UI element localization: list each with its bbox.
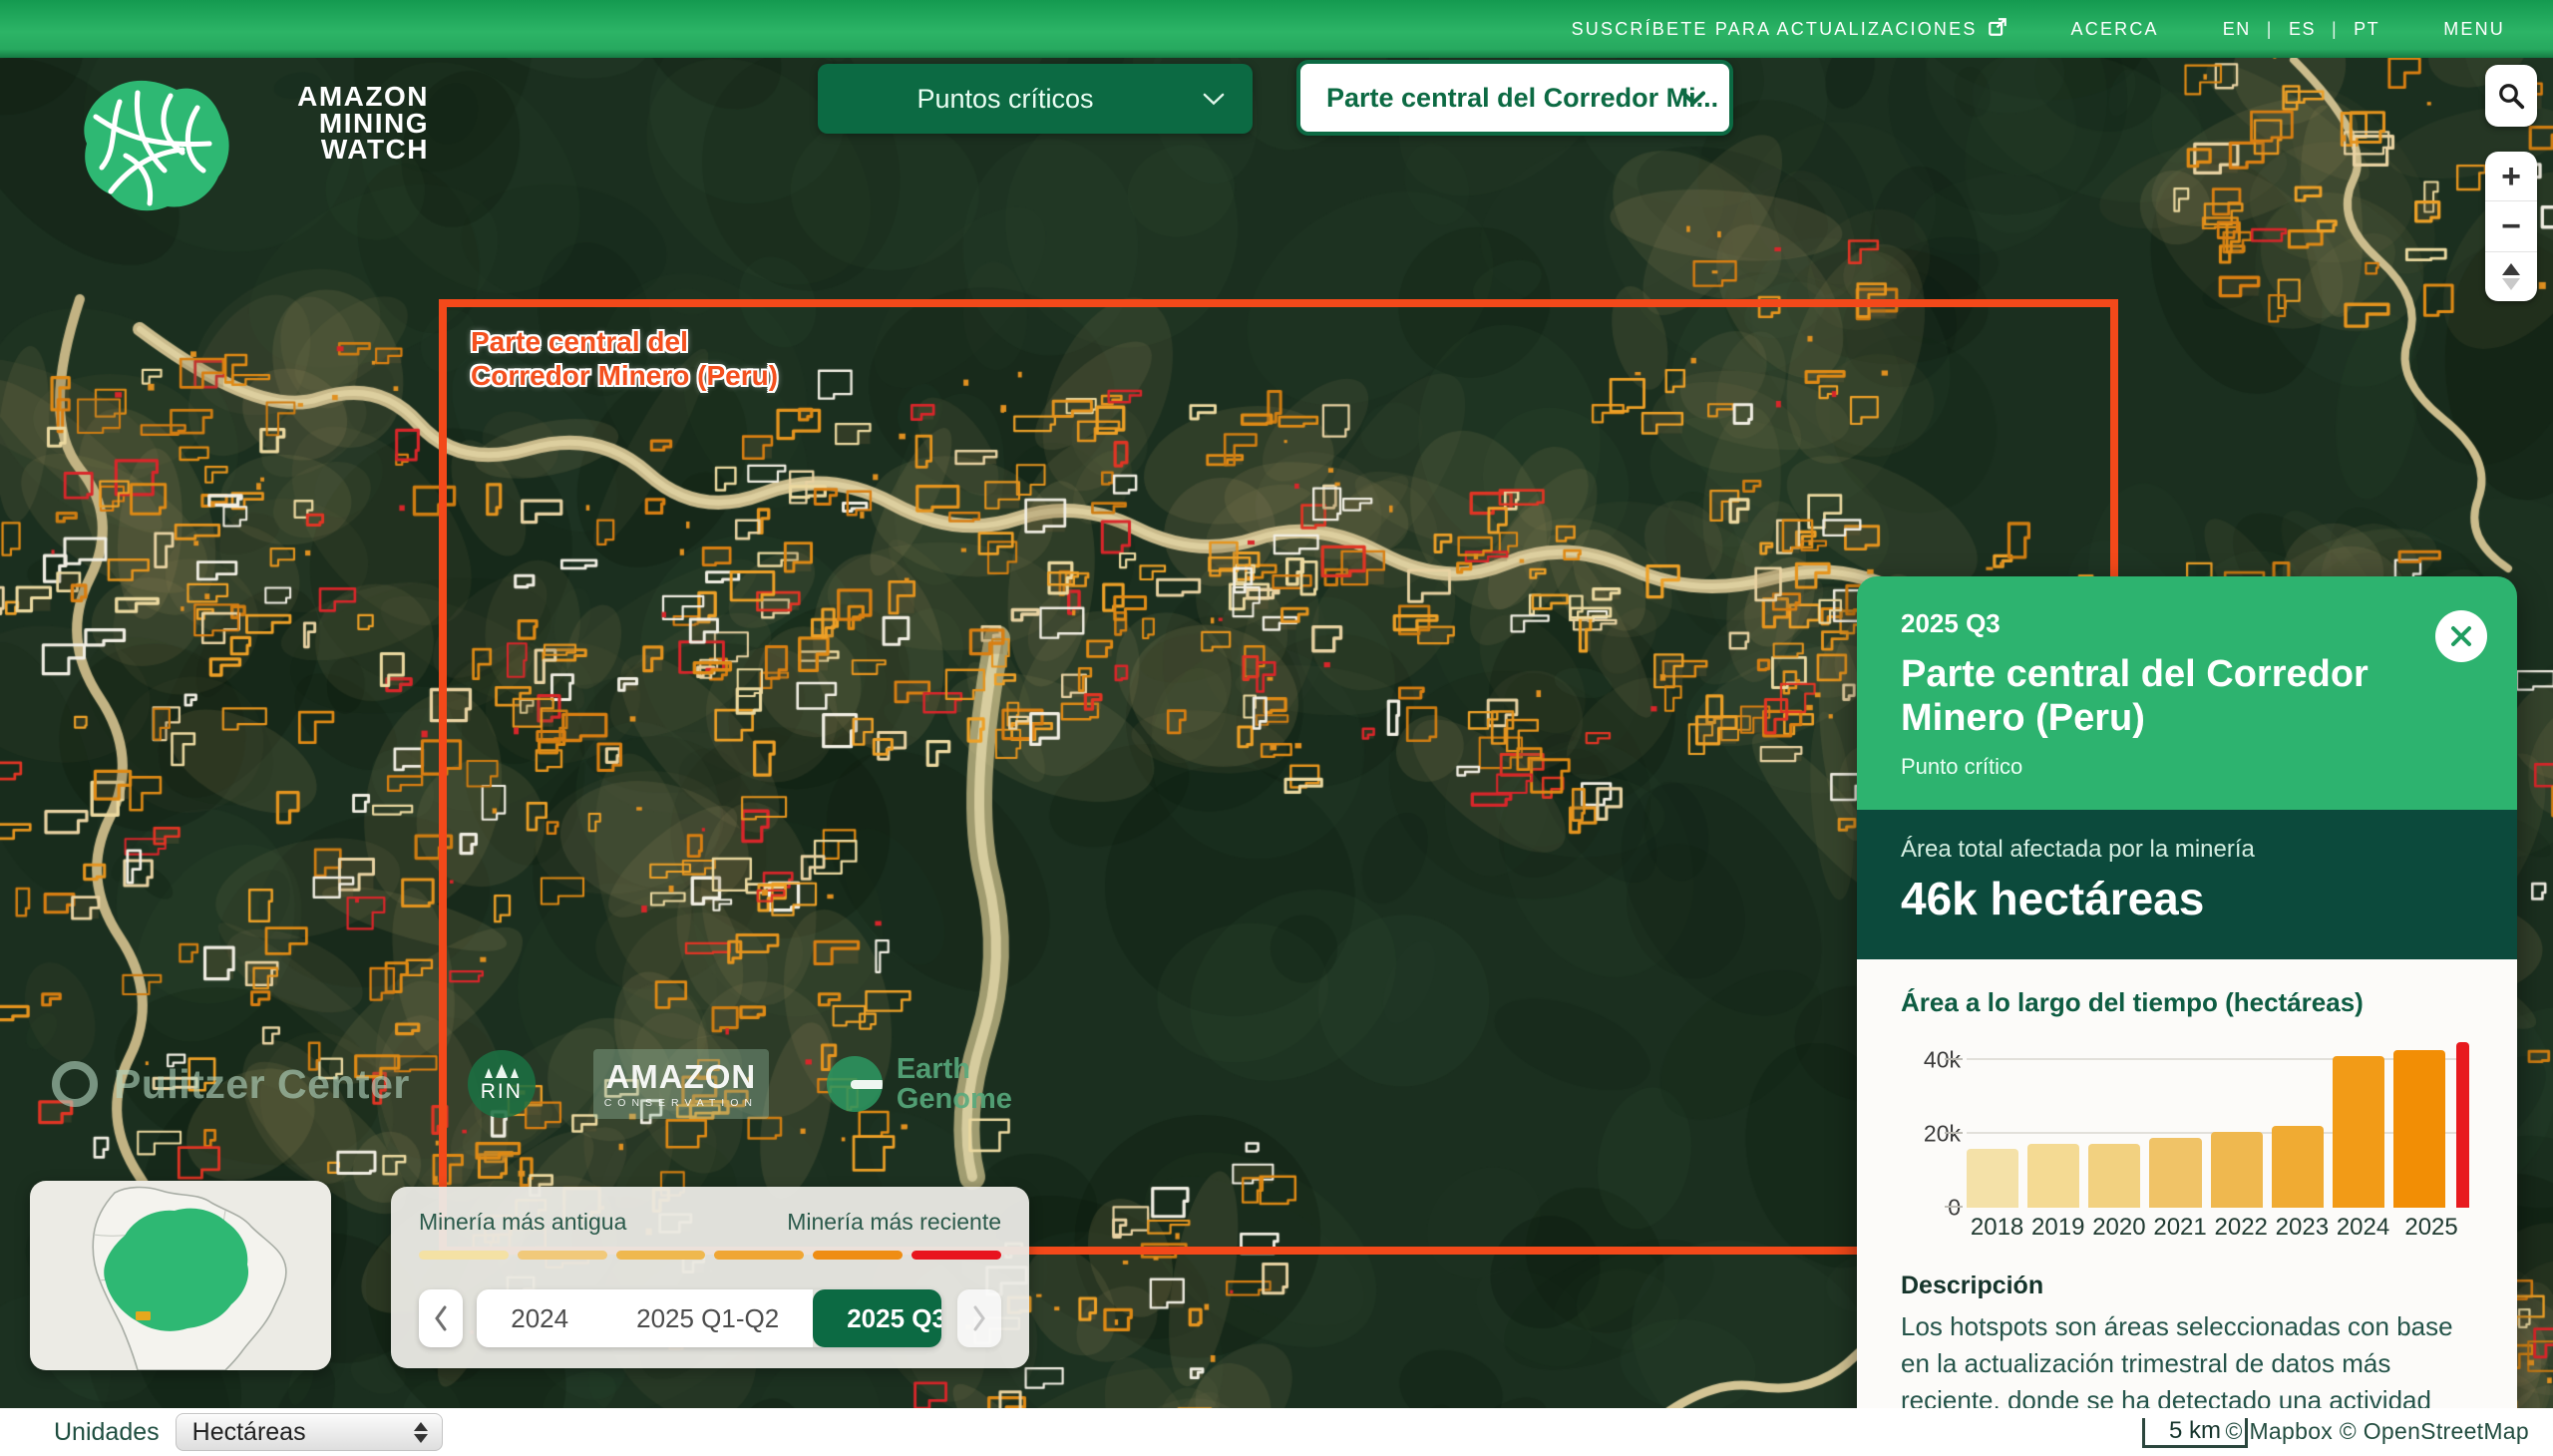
gradient-segment-2 bbox=[616, 1251, 706, 1260]
zoom-in-button[interactable]: + bbox=[2485, 152, 2537, 200]
y-axis-label-20k: 20k bbox=[1905, 1121, 1961, 1148]
amazon-mining-watch-app: Parte central del Corredor Minero (Peru)… bbox=[0, 0, 2553, 1456]
chevron-down-icon bbox=[1203, 93, 1225, 106]
bar-2019[interactable] bbox=[2027, 1144, 2079, 1209]
hotspot-map-label: Parte central del Corredor Minero (Peru) bbox=[471, 325, 778, 392]
total-area-value: 46k hectáreas bbox=[1901, 872, 2473, 925]
language-switcher: EN | ES | PT bbox=[2223, 19, 2379, 40]
panel-period: 2025 Q3 bbox=[1901, 608, 2473, 639]
area-over-time-chart: 0 20k 40k 20182019202020212022202320242025 bbox=[1901, 1036, 2473, 1248]
y-axis-tick bbox=[1945, 1206, 1963, 1208]
gradient-segment-3 bbox=[714, 1251, 804, 1260]
newest-mining-label: Minería más reciente bbox=[787, 1209, 1001, 1236]
close-panel-button[interactable] bbox=[2435, 610, 2487, 662]
menu-button[interactable]: MENU bbox=[2443, 19, 2505, 40]
x-axis-label-2022: 2022 bbox=[2211, 1214, 2272, 1248]
gradient-segment-5 bbox=[912, 1251, 1001, 1260]
timeline-panel: Minería más antigua Minería más reciente… bbox=[391, 1187, 1029, 1368]
language-option-en[interactable]: EN bbox=[2223, 19, 2251, 40]
period-button-2025-q1-q2[interactable]: 2025 Q1-Q2 bbox=[602, 1289, 813, 1347]
search-icon bbox=[2496, 81, 2526, 111]
panel-title: Parte central del Corredor Minero (Peru) bbox=[1901, 653, 2473, 740]
south-america-minimap bbox=[30, 1181, 331, 1370]
bar-2023[interactable] bbox=[2272, 1126, 2324, 1208]
region-dropdown[interactable]: Parte central del Corredor Mi... bbox=[1296, 60, 1733, 136]
pulitzer-ring-icon bbox=[52, 1061, 98, 1107]
y-axis-tick bbox=[1945, 1058, 1963, 1060]
mining-age-gradient-legend bbox=[419, 1251, 1001, 1260]
x-axis-label-2024: 2024 bbox=[2333, 1214, 2393, 1248]
bar-2022[interactable] bbox=[2211, 1132, 2263, 1209]
hotspot-info-panel: 2025 Q3 Parte central del Corredor Miner… bbox=[1857, 576, 2517, 1456]
view-mode-dropdown[interactable]: Puntos críticos bbox=[818, 64, 1253, 134]
subscribe-link[interactable]: SUSCRÍBETE PARA ACTUALIZACIONES bbox=[1572, 17, 2007, 42]
y-axis-label-0: 0 bbox=[1905, 1195, 1961, 1222]
panel-total-section: Área total afectada por la minería 46k h… bbox=[1857, 810, 2517, 959]
panel-body: Área a lo largo del tiempo (hectáreas) 0… bbox=[1857, 959, 2517, 1456]
compass-icon bbox=[2502, 263, 2520, 290]
bar-2018[interactable] bbox=[1967, 1149, 2018, 1209]
panel-subtitle: Punto crítico bbox=[1901, 754, 2473, 780]
site-logo-wordmark: AMAZON MINING WATCH bbox=[211, 84, 429, 164]
x-axis-label-2023: 2023 bbox=[2272, 1214, 2333, 1248]
select-spinner-icon bbox=[414, 1422, 428, 1443]
total-area-label: Área total afectada por la minería bbox=[1901, 836, 2473, 864]
external-link-icon bbox=[1988, 17, 2007, 42]
chevron-down-icon bbox=[1681, 91, 1705, 106]
close-icon bbox=[2448, 623, 2474, 649]
x-axis-label-2021: 2021 bbox=[2149, 1214, 2210, 1248]
map-zoom-control: + − bbox=[2485, 152, 2537, 301]
period-button-2025-q3[interactable]: 2025 Q3 bbox=[813, 1289, 941, 1347]
language-separator: | bbox=[2332, 19, 2338, 40]
oldest-mining-label: Minería más antigua bbox=[419, 1209, 626, 1236]
period-button-2024[interactable]: 2024 bbox=[477, 1289, 602, 1347]
bar-2024[interactable] bbox=[2333, 1056, 2384, 1208]
compass-pitch-button[interactable] bbox=[2485, 251, 2537, 301]
x-axis-label-2020: 2020 bbox=[2088, 1214, 2149, 1248]
gradient-segment-1 bbox=[518, 1251, 607, 1260]
about-link[interactable]: ACERCA bbox=[2071, 19, 2159, 40]
zoom-out-button[interactable]: − bbox=[2485, 200, 2537, 250]
pulitzer-center-logo: Pulitzer Center bbox=[52, 1061, 410, 1108]
gradient-segment-0 bbox=[419, 1251, 509, 1260]
description-title: Descripción bbox=[1901, 1272, 2473, 1300]
search-button[interactable] bbox=[2485, 65, 2537, 127]
map-attribution[interactable]: © Mapbox © OpenStreetMap bbox=[2226, 1418, 2529, 1445]
panel-header: 2025 Q3 Parte central del Corredor Miner… bbox=[1857, 576, 2517, 810]
units-label: Unidades bbox=[54, 1418, 160, 1447]
x-axis-label-2019: 2019 bbox=[2027, 1214, 2088, 1248]
language-option-pt[interactable]: PT bbox=[2354, 19, 2379, 40]
y-axis-label-40k: 40k bbox=[1905, 1047, 1961, 1074]
language-option-es[interactable]: ES bbox=[2289, 19, 2316, 40]
gradient-segment-4 bbox=[813, 1251, 903, 1260]
site-logo[interactable]: AMAZON MINING WATCH bbox=[66, 62, 245, 231]
bar-2025-q3[interactable] bbox=[2456, 1042, 2469, 1208]
hotspot-location-marker bbox=[136, 1311, 151, 1320]
language-separator: | bbox=[2267, 19, 2273, 40]
y-axis-tick bbox=[1945, 1132, 1963, 1134]
top-navigation-bar: SUSCRÍBETE PARA ACTUALIZACIONES ACERCA E… bbox=[0, 0, 2553, 58]
previous-period-button[interactable] bbox=[419, 1289, 463, 1347]
overview-minimap[interactable] bbox=[30, 1181, 331, 1370]
units-select[interactable]: Hectáreas bbox=[176, 1413, 443, 1451]
period-button-group: 20242025 Q1-Q22025 Q3 bbox=[477, 1289, 940, 1347]
chart-title: Área a lo largo del tiempo (hectáreas) bbox=[1901, 987, 2473, 1018]
x-axis-label-2025: 2025 bbox=[2393, 1214, 2469, 1248]
bottom-status-bar: Unidades Hectáreas 5 km © Mapbox © OpenS… bbox=[0, 1408, 2553, 1456]
x-axis-label-2018: 2018 bbox=[1967, 1214, 2027, 1248]
next-period-button[interactable] bbox=[957, 1289, 1001, 1347]
bar-2020[interactable] bbox=[2088, 1144, 2140, 1208]
bar-2021[interactable] bbox=[2149, 1138, 2201, 1208]
bar-2025[interactable] bbox=[2393, 1050, 2445, 1208]
